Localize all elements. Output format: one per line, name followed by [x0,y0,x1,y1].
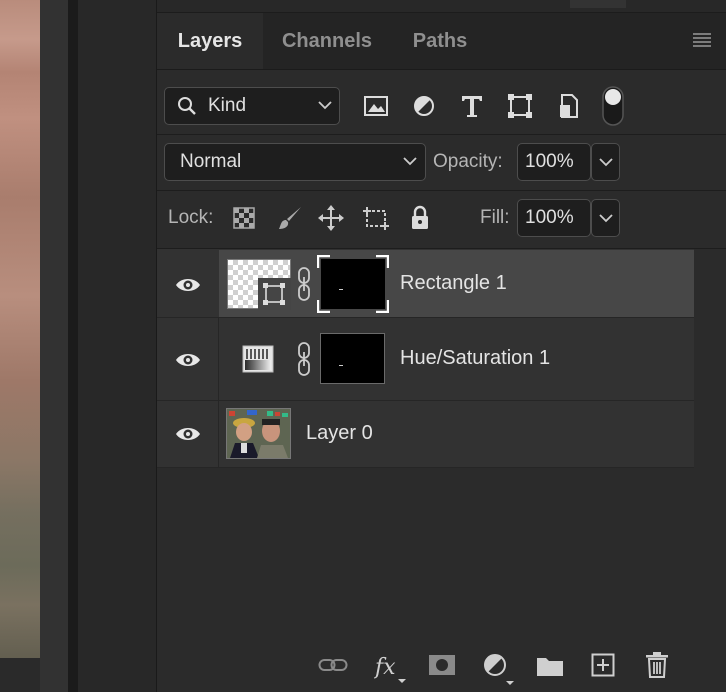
opacity-input[interactable]: 100% [517,143,591,181]
add-mask-icon[interactable] [428,654,456,676]
shape-filter-icon[interactable] [507,93,533,119]
filter-kind-dropdown[interactable]: Kind [164,87,340,125]
blend-mode-dropdown[interactable]: Normal [164,143,426,181]
chevron-down-icon [403,156,417,166]
lock-label: Lock: [168,207,214,228]
tab-layers[interactable]: Layers [157,13,263,69]
lock-all-icon[interactable] [409,205,431,231]
canvas-status-bar [0,658,40,692]
opacity-label: Opacity: [433,151,503,172]
chevron-down-icon [318,100,332,110]
chevron-down-icon [599,213,613,223]
mask-mark [339,365,343,366]
panel-menu-icon[interactable] [692,31,712,47]
smart-object-filter-icon[interactable] [557,93,581,119]
divider [157,190,726,191]
filter-kind-label: Kind [208,95,247,116]
adjustment-filter-icon[interactable] [412,94,436,118]
mask-link-icon[interactable] [297,341,311,377]
delete-layer-icon[interactable] [645,652,669,678]
layer-name[interactable]: Layer 0 [306,422,373,445]
tab-paths[interactable]: Paths [392,13,488,69]
divider [157,467,694,468]
divider [157,134,726,135]
panel-top-tab [570,0,626,8]
visibility-eye-icon[interactable] [175,352,201,368]
tab-channels[interactable]: Channels [266,13,388,69]
divider [218,401,219,467]
fill-label: Fill: [480,207,510,228]
image-filter-icon[interactable] [363,94,389,118]
filter-toggle-icon[interactable] [602,86,624,126]
lock-image-pixels-icon[interactable] [277,205,303,231]
lock-transparent-pixels-icon[interactable] [233,207,255,229]
lock-artboard-icon[interactable] [362,205,390,231]
new-layer-icon[interactable] [591,653,615,677]
panel-divider[interactable] [68,0,78,692]
fill-input[interactable]: 100% [517,199,591,237]
layer-name[interactable]: Hue/Saturation 1 [400,347,550,370]
fx-icon[interactable]: fx [374,651,408,685]
layer-name[interactable]: Rectangle 1 [400,272,507,295]
mask-link-icon[interactable] [297,266,311,302]
mask-selected-corners [317,255,389,313]
collapsed-panel-dock [78,0,157,692]
type-filter-icon[interactable] [460,93,484,119]
new-group-icon[interactable] [536,655,564,677]
blend-mode-value: Normal [180,151,242,172]
lock-position-icon[interactable] [318,205,344,231]
layer-mask-thumbnail[interactable] [320,333,385,384]
search-icon [177,96,197,116]
document-canvas[interactable] [0,0,40,658]
fill-value: 100% [525,207,574,228]
opacity-slider-button[interactable] [591,143,620,181]
svg-text:fx: fx [374,655,396,680]
fill-slider-button[interactable] [591,199,620,237]
shape-badge-icon [263,283,285,305]
layer-thumbnail-photo[interactable] [226,408,291,459]
hue-saturation-adjustment-icon[interactable] [242,345,274,373]
panel-top-strip [157,0,726,13]
canvas-gutter [40,0,68,692]
visibility-eye-icon[interactable] [175,426,201,442]
chevron-down-icon [599,157,613,167]
new-adjustment-icon[interactable] [483,653,517,687]
divider [218,318,219,400]
shape-layer-badge [258,278,291,310]
link-layers-icon[interactable] [318,657,348,673]
visibility-eye-icon[interactable] [175,277,201,293]
opacity-value: 100% [525,151,574,172]
